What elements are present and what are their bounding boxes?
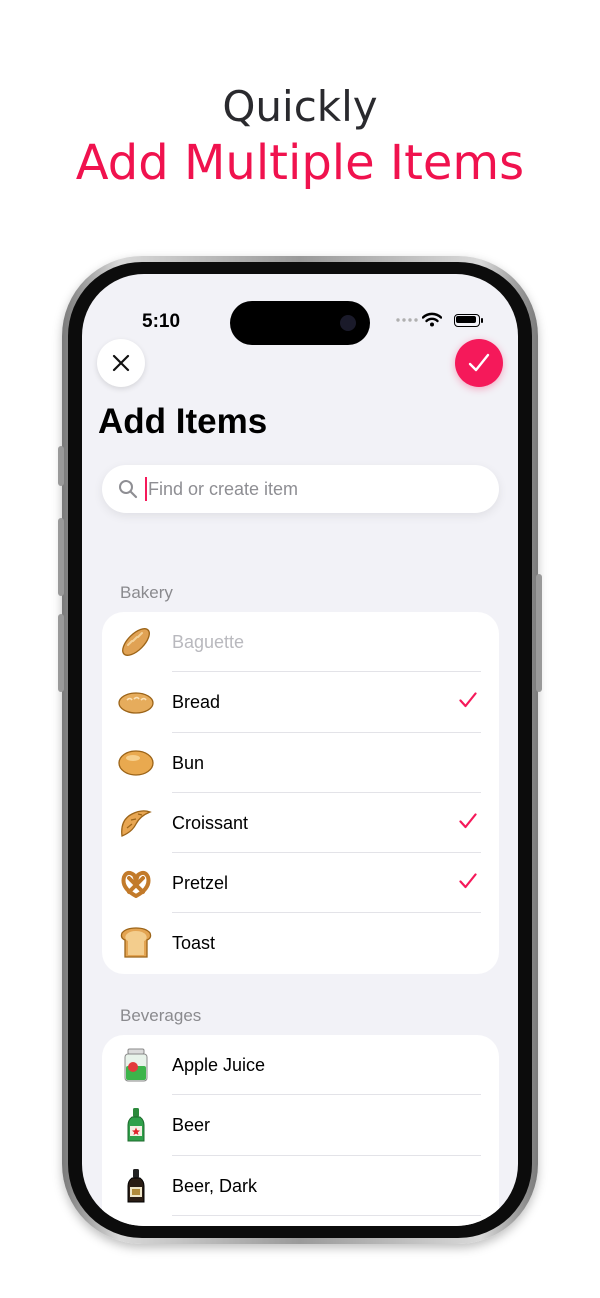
dynamic-island <box>230 301 370 345</box>
list-item[interactable]: Bun <box>102 733 499 793</box>
item-label: Apple Juice <box>172 1055 266 1075</box>
list-item[interactable]: Baguette <box>102 612 499 673</box>
item-label: Baguette <box>172 632 245 652</box>
battery-cap <box>481 318 483 323</box>
close-icon <box>112 354 130 372</box>
promo-subheadline: Add Multiple Items <box>75 135 525 191</box>
status-time: 5:10 <box>142 311 181 332</box>
search-bar[interactable] <box>102 465 499 513</box>
list-item[interactable]: Beer <box>102 1095 499 1156</box>
bread-icon <box>118 692 154 714</box>
checkmark-icon <box>459 813 477 828</box>
item-label: Beer, Dark <box>172 1175 258 1196</box>
checkmark-icon <box>459 873 477 889</box>
bun-icon <box>118 749 154 776</box>
beer-icon <box>127 1108 145 1142</box>
croissant-icon <box>121 810 152 837</box>
checkmark-icon <box>459 692 477 708</box>
item-label: Beer <box>172 1115 211 1136</box>
power-button <box>536 574 542 692</box>
page-title: Add Items <box>98 402 268 441</box>
done-button[interactable] <box>455 339 503 387</box>
list-item[interactable]: Beer, Dark <box>102 1156 499 1216</box>
volume-down-button <box>58 614 64 692</box>
phone-frame: 5:10 Add Items Find or create item Baker… <box>58 256 542 1244</box>
mute-switch <box>58 446 64 486</box>
camera-icon <box>340 315 356 331</box>
item-label: Toast <box>172 933 216 954</box>
item-label: Croissant <box>172 812 249 833</box>
text-cursor <box>145 477 147 501</box>
list-item[interactable]: Pretzel <box>102 853 499 914</box>
list-item[interactable]: Croissant <box>102 793 499 854</box>
pretzel-icon <box>121 871 151 899</box>
signal-icon <box>396 318 418 322</box>
item-label: Pretzel <box>172 873 229 894</box>
baguette-icon <box>122 628 150 656</box>
dark-beer-icon <box>127 1168 145 1203</box>
wifi-icon <box>422 312 442 327</box>
list-item[interactable]: Bread <box>102 672 499 733</box>
list-item[interactable]: Apple Juice <box>102 1035 499 1096</box>
section-header-bakery: Bakery <box>120 583 173 602</box>
search-input[interactable] <box>148 465 478 513</box>
close-button[interactable] <box>97 339 145 387</box>
apple-juice-icon <box>124 1048 148 1082</box>
checkmark-icon <box>468 353 490 372</box>
toast-icon <box>120 927 152 959</box>
item-label: Bread <box>172 692 221 713</box>
list-item[interactable]: Toast <box>102 913 499 973</box>
app-screen: 5:10 Add Items Find or create item Baker… <box>82 274 518 1226</box>
bakery-list: Baguette Bread Bun Croissant Pretzel Toa… <box>102 612 499 974</box>
section-header-beverages: Beverages <box>120 1006 202 1025</box>
beverages-list: Apple Juice Beer Beer, Dark <box>102 1035 499 1226</box>
divider <box>172 1214 481 1216</box>
item-label: Bun <box>172 752 205 773</box>
search-icon <box>119 480 138 499</box>
battery-icon <box>454 314 480 327</box>
volume-up-button <box>58 518 64 596</box>
promo-headline: Quickly <box>222 82 378 131</box>
